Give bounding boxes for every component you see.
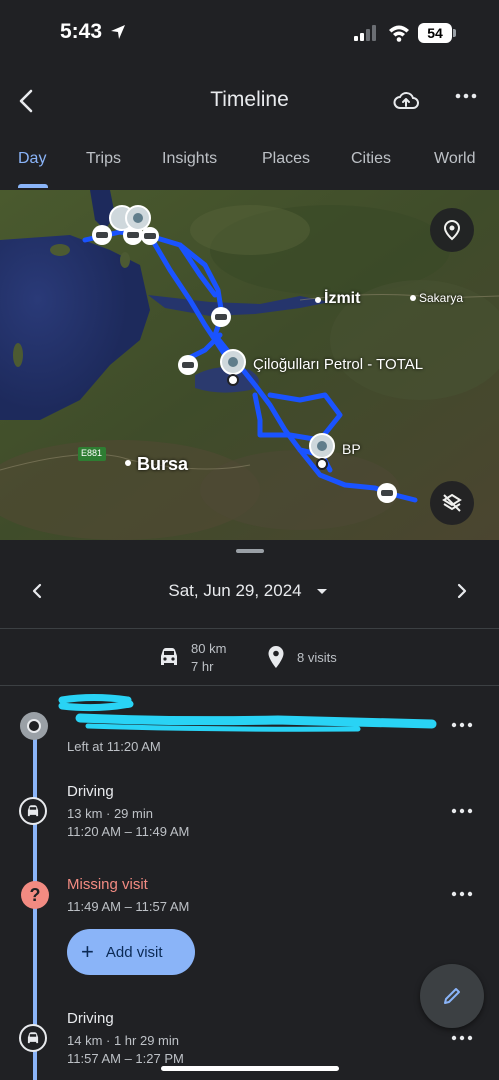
summary-distance: 80 km [191,641,227,656]
status-time: 5:43 [60,20,103,43]
battery-indicator: 54 [418,23,452,43]
sheet-drag-handle[interactable] [236,549,264,553]
layers-off-icon [442,493,462,512]
missing-visit-time-range: 11:49 AM – 11:57 AM [67,899,190,914]
visit-more-icon[interactable] [451,722,473,728]
pencil-icon [444,988,460,1004]
redacted-place-name [58,694,437,732]
tab-bar: Day Trips Insights Places Cities World [0,150,499,188]
missing-visit-title: Missing visit [67,876,148,893]
driving-stats: 13 km · 29 min [67,806,153,821]
driving-title: Driving [67,1010,114,1027]
tab-cities[interactable]: Cities [351,150,391,168]
dropdown-arrow-icon[interactable] [316,588,328,596]
visit-marker [20,712,48,740]
driving-more-icon[interactable] [451,1035,473,1041]
car-icon [27,805,39,817]
selected-date[interactable]: Sat, Jun 29, 2024 [0,581,470,601]
active-tab-indicator [18,184,48,188]
car-marker[interactable] [211,307,231,327]
driving-title: Driving [67,783,114,800]
car-marker[interactable] [92,225,112,245]
map-label-bp: BP [342,441,361,457]
map-label-bursa: Bursa [137,454,189,474]
tab-world[interactable]: World [434,150,476,168]
location-pin-icon [268,646,284,668]
next-day-icon[interactable] [455,583,469,599]
map-label-izmit: İzmit [324,290,361,307]
left-at-time: Left at 11:20 AM [67,739,161,754]
wifi-icon [389,25,409,42]
divider [0,628,499,629]
driving-stats: 14 km · 1 hr 29 min [67,1033,179,1048]
tab-day[interactable]: Day [18,150,46,168]
place-pin[interactable] [109,205,151,231]
missing-visit-marker: ? [21,881,49,909]
location-button[interactable] [430,208,474,252]
driving-marker [19,1024,47,1052]
location-arrow-icon [111,25,125,39]
driving-time-range: 11:57 AM – 1:27 PM [67,1051,184,1066]
driving-marker [19,797,47,825]
cellular-signal-icon [354,25,376,41]
map-label-sakarya: Sakarya [419,291,464,305]
battery-tip [453,29,456,37]
home-indicator[interactable] [161,1066,339,1071]
page-title: Timeline [210,88,289,111]
missing-visit-more-icon[interactable] [451,891,473,897]
driving-more-icon[interactable] [451,808,473,814]
add-visit-label: Add visit [105,943,163,961]
car-marker[interactable] [141,227,159,245]
summary-duration: 7 hr [191,659,214,674]
divider [0,685,499,686]
plus-icon: + [81,939,94,964]
visit-dot [27,719,41,733]
add-visit-button[interactable]: + Add visit [67,929,195,975]
map-label-road: E881 [81,448,103,458]
route-map[interactable]: İzmit Sakarya Çiloğulları Petrol - TOTAL… [0,190,499,540]
tab-insights[interactable]: Insights [162,150,217,168]
edit-button[interactable] [420,964,484,1028]
pin-icon [443,219,461,241]
question-mark-icon: ? [29,884,41,905]
map-canvas [0,190,499,540]
car-marker[interactable] [377,483,397,503]
map-label-petrol: Çiloğulları Petrol - TOTAL [253,356,424,373]
car-icon [161,648,177,665]
more-options-icon[interactable] [455,92,477,100]
tab-trips[interactable]: Trips [86,150,121,168]
cloud-upload-icon[interactable] [393,89,419,113]
summary-visits: 8 visits [297,650,337,665]
driving-time-range: 11:20 AM – 11:49 AM [67,824,190,839]
tab-places[interactable]: Places [262,150,310,168]
car-marker[interactable] [178,355,198,375]
layers-toggle-button[interactable] [430,481,474,525]
car-icon [27,1032,39,1044]
